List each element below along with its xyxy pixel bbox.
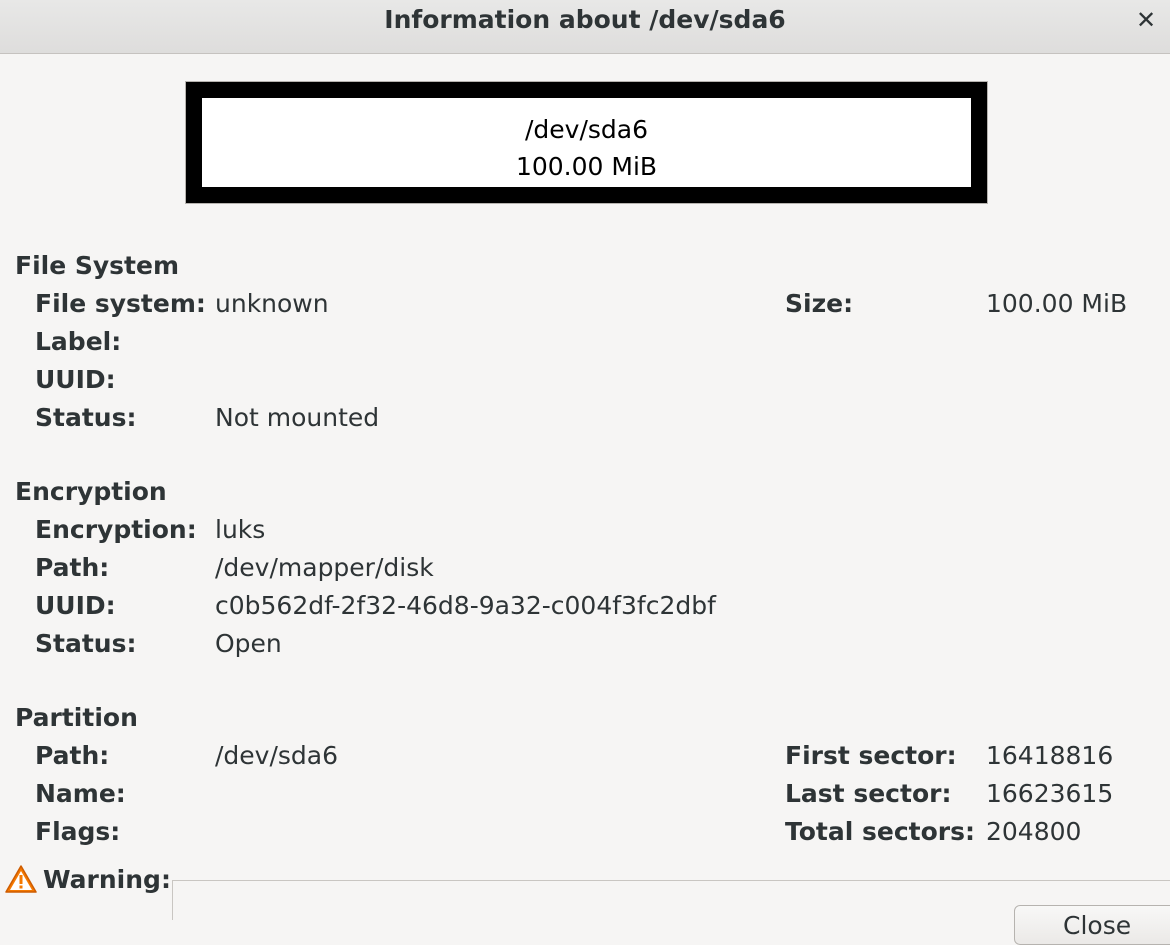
window-title: Information about /dev/sda6 bbox=[384, 5, 786, 34]
encryption-status-label: Status: bbox=[35, 629, 137, 658]
partition-graphic-size: 100.00 MiB bbox=[515, 152, 658, 181]
filesystem-type-label: File system: bbox=[35, 289, 206, 318]
total-sectors-value: 204800 bbox=[986, 817, 1082, 846]
encryption-type-label: Encryption: bbox=[35, 515, 197, 544]
title-bar: Information about /dev/sda6 ✕ bbox=[0, 0, 1170, 54]
filesystem-size-value: 100.00 MiB bbox=[986, 289, 1128, 318]
filesystem-uuid-label: UUID: bbox=[35, 365, 116, 394]
partition-name-label: Name: bbox=[35, 779, 126, 808]
filesystem-status-value: Not mounted bbox=[215, 403, 380, 432]
encryption-type-value: luks bbox=[215, 515, 266, 544]
encryption-uuid-value: c0b562df-2f32-46d8-9a32-c004f3fc2dbf bbox=[215, 591, 716, 620]
partition-heading: Partition bbox=[15, 703, 138, 732]
encryption-path-value: /dev/mapper/disk bbox=[215, 553, 434, 582]
last-sector-label: Last sector: bbox=[785, 779, 952, 808]
partition-path-label: Path: bbox=[35, 741, 110, 770]
partition-path-value: /dev/sda6 bbox=[215, 741, 339, 770]
filesystem-heading: File System bbox=[15, 251, 180, 280]
first-sector-label: First sector: bbox=[785, 741, 957, 770]
partition-graphic-inner: /dev/sda6 100.00 MiB bbox=[202, 98, 971, 187]
filesystem-type-value: unknown bbox=[215, 289, 329, 318]
first-sector-value: 16418816 bbox=[986, 741, 1114, 770]
close-icon[interactable]: ✕ bbox=[1130, 4, 1162, 36]
warning-label: Warning: bbox=[43, 865, 171, 894]
close-button[interactable]: Close bbox=[1014, 905, 1170, 945]
filesystem-label-label: Label: bbox=[35, 327, 122, 356]
encryption-path-label: Path: bbox=[35, 553, 110, 582]
last-sector-value: 16623615 bbox=[986, 779, 1114, 808]
warning-triangle-icon bbox=[5, 865, 37, 893]
encryption-uuid-label: UUID: bbox=[35, 591, 116, 620]
partition-graphic-path: /dev/sda6 bbox=[524, 115, 648, 144]
partition-graphic: /dev/sda6 100.00 MiB bbox=[185, 81, 988, 204]
total-sectors-label: Total sectors: bbox=[785, 817, 975, 846]
encryption-status-value: Open bbox=[215, 629, 282, 658]
filesystem-size-label: Size: bbox=[785, 289, 854, 318]
partition-flags-label: Flags: bbox=[35, 817, 121, 846]
encryption-heading: Encryption bbox=[15, 477, 167, 506]
filesystem-status-label: Status: bbox=[35, 403, 137, 432]
